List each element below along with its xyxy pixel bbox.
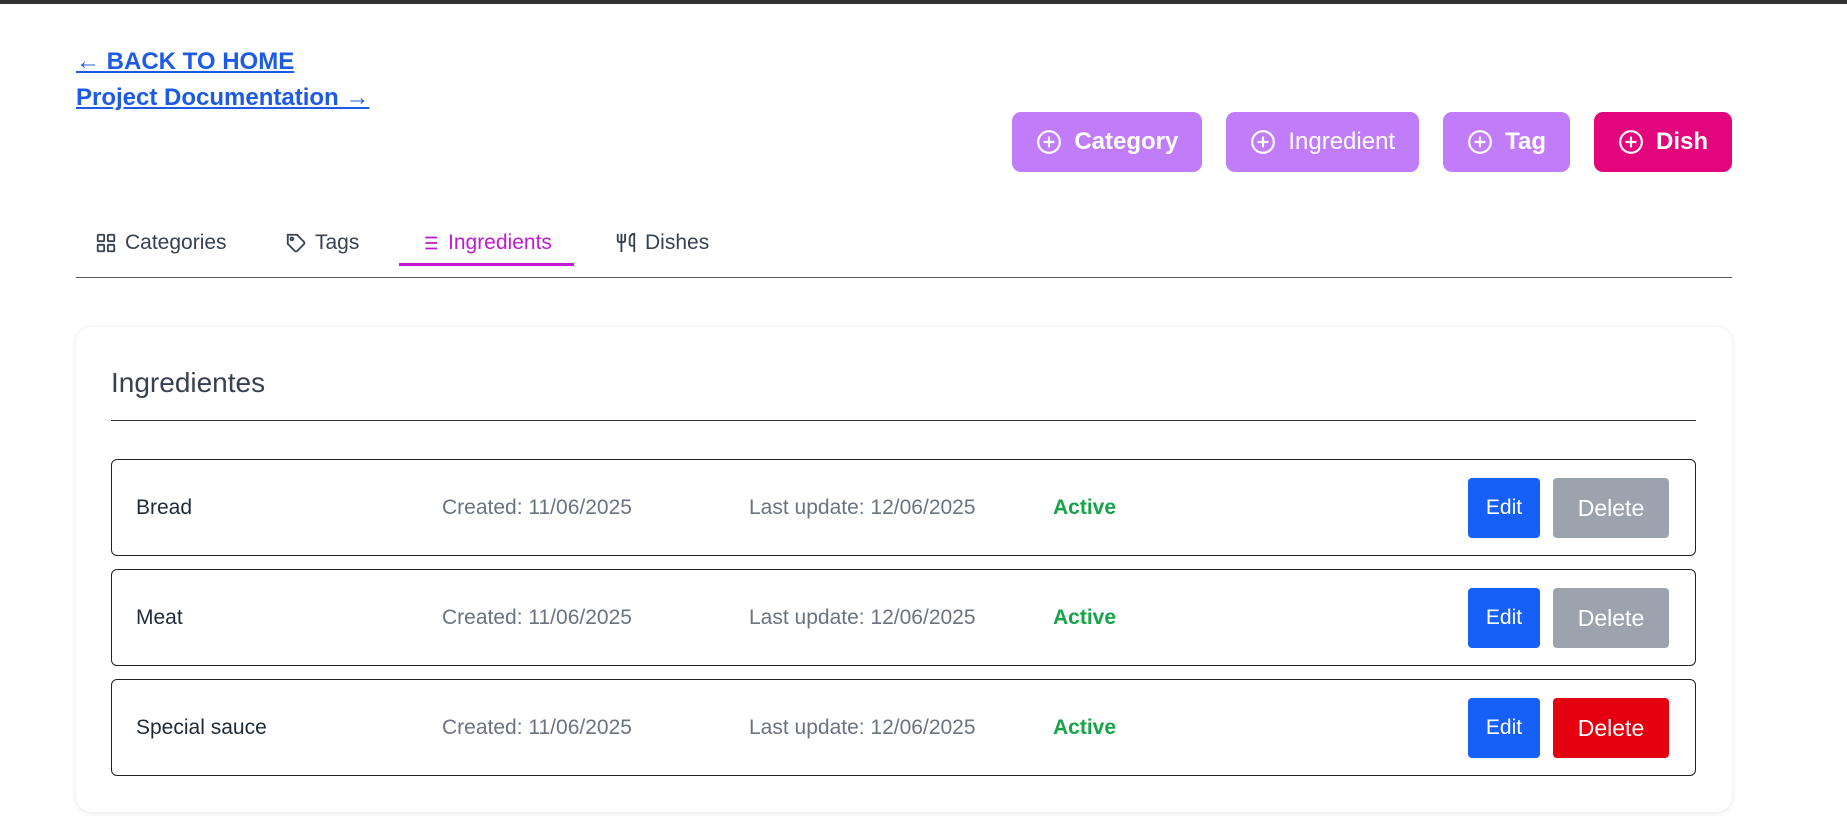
last-update-date: Last update: 12/06/2025 <box>749 716 976 739</box>
add-category-label: Category <box>1074 128 1179 155</box>
card-divider <box>111 420 1696 421</box>
ingredients-card: Ingredientes Bread Created: 11/06/2025 L… <box>76 327 1732 812</box>
project-documentation-link[interactable]: Project Documentation → <box>76 80 369 116</box>
tab-categories-label: Categories <box>125 231 227 254</box>
delete-button[interactable]: Delete <box>1553 478 1669 538</box>
status-badge: Active <box>1053 496 1117 519</box>
ingredient-name: Bread <box>136 496 193 519</box>
tab-tags-label: Tags <box>315 231 360 254</box>
delete-button[interactable]: Delete <box>1553 588 1669 648</box>
plus-circle-icon <box>1619 130 1643 154</box>
tab-bar: Categories Tags Ingredients Dishes <box>76 222 1732 278</box>
delete-button[interactable]: Delete <box>1553 698 1669 758</box>
tag-icon <box>286 233 306 253</box>
add-dish-button[interactable]: Dish <box>1593 112 1732 172</box>
tab-tags[interactable]: Tags <box>266 222 378 264</box>
created-date: Created: 11/06/2025 <box>442 606 632 629</box>
grid-icon <box>96 233 116 253</box>
tab-dishes-label: Dishes <box>645 231 710 254</box>
add-dish-label: Dish <box>1655 128 1708 155</box>
list-item: Bread Created: 11/06/2025 Last update: 1… <box>111 459 1696 556</box>
ingredient-name: Meat <box>136 606 183 629</box>
tab-ingredients[interactable]: Ingredients <box>399 222 574 266</box>
nav-links: ← BACK TO HOME Project Documentation → <box>76 44 369 116</box>
created-date: Created: 11/06/2025 <box>442 716 632 739</box>
add-ingredient-label: Ingredient <box>1288 128 1396 155</box>
plus-circle-icon <box>1037 130 1062 154</box>
ingredient-name: Special sauce <box>136 716 267 739</box>
list-item: Meat Created: 11/06/2025 Last update: 12… <box>111 569 1696 666</box>
add-tag-button[interactable]: Tag <box>1443 112 1570 172</box>
list-item: Special sauce Created: 11/06/2025 Last u… <box>111 679 1696 776</box>
add-ingredient-button[interactable]: Ingredient <box>1226 112 1420 172</box>
tab-dishes[interactable]: Dishes <box>596 222 728 264</box>
status-badge: Active <box>1053 606 1117 629</box>
last-update-date: Last update: 12/06/2025 <box>749 606 976 629</box>
top-bar <box>0 0 1847 4</box>
add-category-button[interactable]: Category <box>1012 112 1203 172</box>
card-title: Ingredientes <box>111 367 266 398</box>
edit-button[interactable]: Edit <box>1468 478 1540 538</box>
tab-ingredients-label: Ingredients <box>448 230 552 254</box>
back-to-home-link[interactable]: ← BACK TO HOME <box>76 44 369 80</box>
created-date: Created: 11/06/2025 <box>442 496 632 519</box>
edit-button[interactable]: Edit <box>1468 698 1540 758</box>
status-badge: Active <box>1053 716 1117 739</box>
last-update-date: Last update: 12/06/2025 <box>749 496 976 519</box>
add-tag-label: Tag <box>1505 128 1546 155</box>
list-icon <box>420 236 438 249</box>
utensils-icon <box>616 232 636 253</box>
tab-categories[interactable]: Categories <box>76 222 246 264</box>
edit-button[interactable]: Edit <box>1468 588 1540 648</box>
plus-circle-icon <box>1468 130 1493 154</box>
create-actions: Category Ingredient Tag Dish <box>1012 112 1732 172</box>
plus-circle-icon <box>1251 130 1276 154</box>
